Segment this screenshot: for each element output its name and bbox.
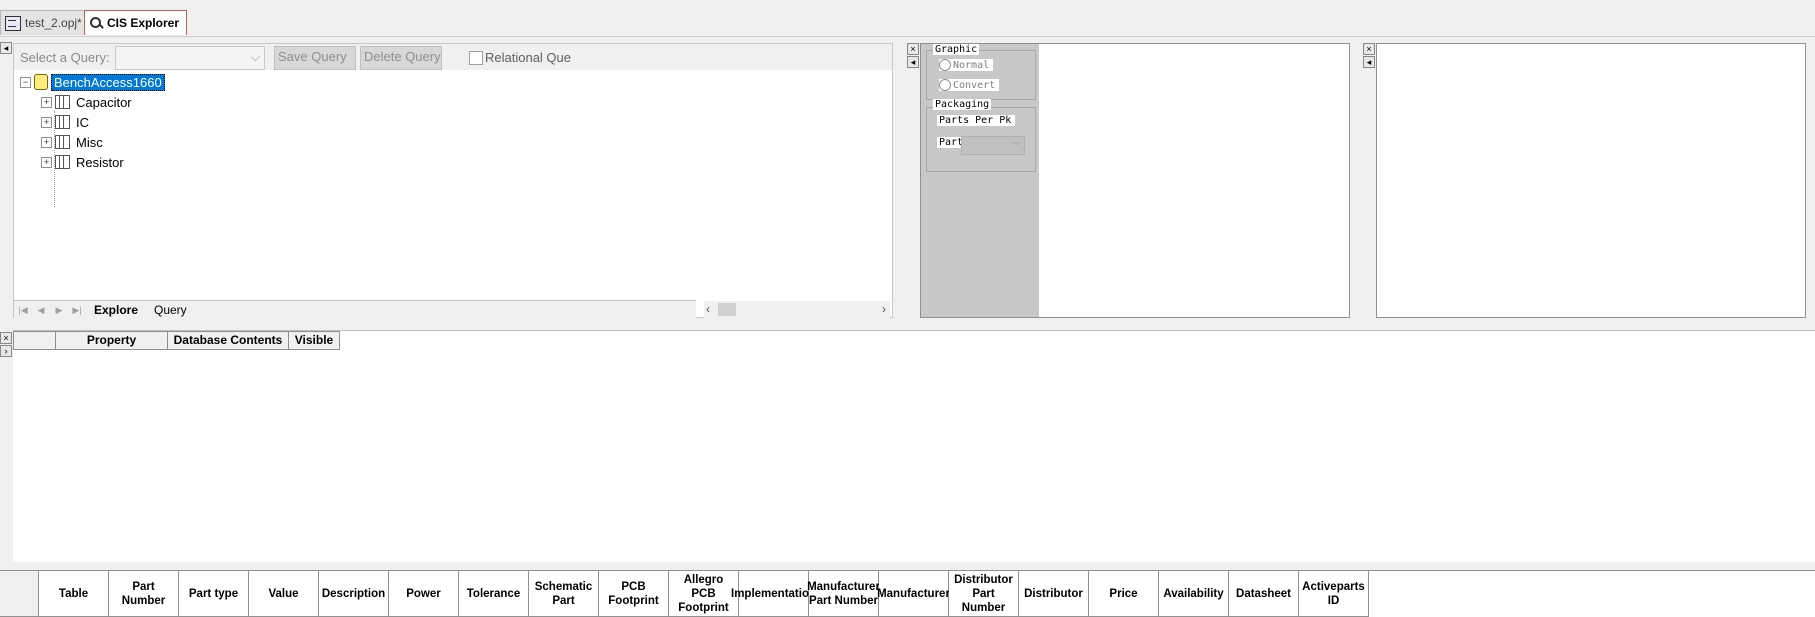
column-header-datasheet[interactable]: Datasheet	[1229, 571, 1299, 617]
magnifier-icon	[89, 16, 103, 30]
expand-icon[interactable]: +	[41, 96, 52, 108]
column-header-part-number[interactable]: Part Number	[109, 571, 179, 617]
scroll-right-icon[interactable]: ›	[882, 302, 886, 316]
radio-icon	[939, 59, 951, 71]
symbol-preview-pane	[1376, 43, 1806, 318]
column-header-availability[interactable]: Availability	[1159, 571, 1229, 617]
tree-root-label: BenchAccess1660	[51, 73, 165, 91]
last-sheet-icon[interactable]: ▶|	[70, 303, 84, 317]
expand-icon[interactable]: +	[41, 156, 52, 168]
tab-cis-explorer-label: CIS Explorer	[107, 16, 180, 30]
column-header-property[interactable]: Property	[56, 331, 168, 350]
tab-cis-explorer[interactable]: CIS Explorer	[84, 10, 187, 35]
table-icon	[55, 115, 70, 129]
chevron-down-icon: ⌵	[250, 50, 260, 64]
tree-node-root[interactable]: − BenchAccess1660	[20, 72, 165, 92]
next-sheet-icon[interactable]: ▶	[52, 303, 66, 317]
properties-sidebar: Graphic Normal Convert Packaging Parts P…	[921, 44, 1039, 317]
expand-icon[interactable]: +	[41, 136, 52, 148]
parts-table-header: Table Part Number Part type Value Descri…	[0, 571, 1369, 617]
expand-icon[interactable]: +	[41, 116, 52, 128]
row-header-corner	[0, 571, 39, 617]
tab-project-file-label: test_2.opj*	[25, 16, 82, 30]
convert-radio[interactable]: Convert	[939, 79, 1000, 91]
scroll-thumb[interactable]	[718, 303, 736, 316]
part-label: Part	[937, 137, 964, 148]
properties-pin-button[interactable]: ×	[907, 43, 919, 55]
database-icon	[34, 74, 48, 90]
first-sheet-icon[interactable]: |◀	[16, 303, 30, 317]
prev-sheet-icon[interactable]: ◀	[34, 303, 48, 317]
tree-node-label: Capacitor	[76, 94, 132, 110]
document-tab-strip: test_2.opj* CIS Explorer	[0, 0, 1815, 37]
graphic-group-title: Graphic	[933, 44, 980, 55]
tab-explore[interactable]: Explore	[84, 302, 148, 318]
graphic-group	[926, 50, 1036, 100]
column-header-power[interactable]: Power	[389, 571, 459, 617]
column-header-value[interactable]: Value	[249, 571, 319, 617]
tree-node-label: Resistor	[76, 154, 124, 170]
explorer-pane: Select a Query: ⌵ Save Query Delete Quer…	[13, 43, 893, 319]
column-header-database-contents[interactable]: Database Contents	[168, 331, 289, 350]
column-header-manufacturer[interactable]: Manufacturer	[877, 571, 950, 617]
column-header-description[interactable]: Description	[319, 571, 389, 617]
query-toolbar: Select a Query: ⌵ Save Query Delete Quer…	[14, 44, 892, 70]
property-grid-collapse-button[interactable]: ›	[0, 345, 12, 357]
database-tree: − BenchAccess1660 + Capacitor + IC + Mis…	[14, 70, 892, 300]
query-select[interactable]: ⌵	[115, 46, 265, 70]
sheet-tab-bar: |◀ ◀ ▶ ▶| Explore Query	[14, 300, 696, 319]
column-header-part-type[interactable]: Part type	[179, 571, 249, 617]
column-header-pcb-footprint[interactable]: PCB Footprint	[599, 571, 669, 617]
normal-radio[interactable]: Normal	[939, 59, 994, 71]
column-header-price[interactable]: Price	[1089, 571, 1159, 617]
select-query-label: Select a Query:	[20, 50, 110, 65]
tree-node[interactable]: + Misc	[41, 132, 103, 152]
normal-radio-label: Normal	[953, 59, 990, 71]
tree-node[interactable]: + Capacitor	[41, 92, 132, 112]
packaging-group-title: Packaging	[933, 99, 992, 110]
column-header-activeparts-id[interactable]: Activeparts ID	[1299, 571, 1369, 617]
part-select[interactable]: ⌵	[961, 136, 1025, 155]
splitter[interactable]	[0, 562, 1815, 570]
table-icon	[55, 155, 70, 169]
horizontal-scrollbar[interactable]: ‹ ›	[704, 301, 890, 318]
properties-collapse-button[interactable]: ◂	[907, 56, 919, 68]
column-header-visible[interactable]: Visible	[289, 331, 340, 350]
save-query-button[interactable]: Save Query	[274, 46, 356, 70]
preview-pin-button[interactable]: ×	[1363, 43, 1375, 55]
parts-per-package-field: Parts Per Pk	[937, 115, 1015, 126]
property-grid-header: Property Database Contents Visible	[13, 331, 340, 350]
column-header-schematic-part[interactable]: Schematic Part	[529, 571, 599, 617]
preview-collapse-button[interactable]: ◂	[1363, 56, 1375, 68]
explorer-pin-button[interactable]: ◂	[0, 42, 12, 54]
column-header-distributor[interactable]: Distributor	[1019, 571, 1089, 617]
property-grid: Property Database Contents Visible	[13, 330, 1815, 562]
table-icon	[55, 135, 70, 149]
table-icon	[55, 95, 70, 109]
delete-query-button[interactable]: Delete Query	[360, 46, 442, 70]
tree-node-label: IC	[76, 114, 89, 130]
row-header-corner	[13, 331, 56, 350]
column-header-manufacturer-part-number[interactable]: Manufacturer Part Number	[807, 571, 880, 617]
column-header-table[interactable]: Table	[39, 571, 109, 617]
column-header-implementation[interactable]: Implementation	[731, 571, 816, 617]
relational-query-checkbox[interactable]	[469, 51, 483, 65]
tree-node[interactable]: + IC	[41, 112, 89, 132]
parts-table: Table Part Number Part type Value Descri…	[0, 570, 1815, 617]
project-file-icon	[5, 15, 21, 31]
collapse-icon[interactable]: −	[20, 76, 31, 88]
convert-radio-label: Convert	[953, 79, 996, 91]
column-header-distributor-part-number[interactable]: Distributor Part Number	[949, 571, 1019, 617]
column-header-allegro-pcb-footprint[interactable]: Allegro PCB Footprint	[669, 571, 739, 617]
tab-query[interactable]: Query	[144, 302, 197, 318]
column-header-tolerance[interactable]: Tolerance	[459, 571, 529, 617]
tree-node-label: Misc	[76, 134, 103, 150]
scroll-left-icon[interactable]: ‹	[706, 302, 710, 316]
tab-project-file[interactable]: test_2.opj*	[0, 10, 93, 35]
part-properties-pane: Graphic Normal Convert Packaging Parts P…	[920, 43, 1350, 318]
radio-icon	[939, 79, 951, 91]
relational-query-label: Relational Que	[485, 50, 571, 65]
property-grid-pin-button[interactable]: ×	[0, 332, 12, 344]
tree-node[interactable]: + Resistor	[41, 152, 124, 172]
